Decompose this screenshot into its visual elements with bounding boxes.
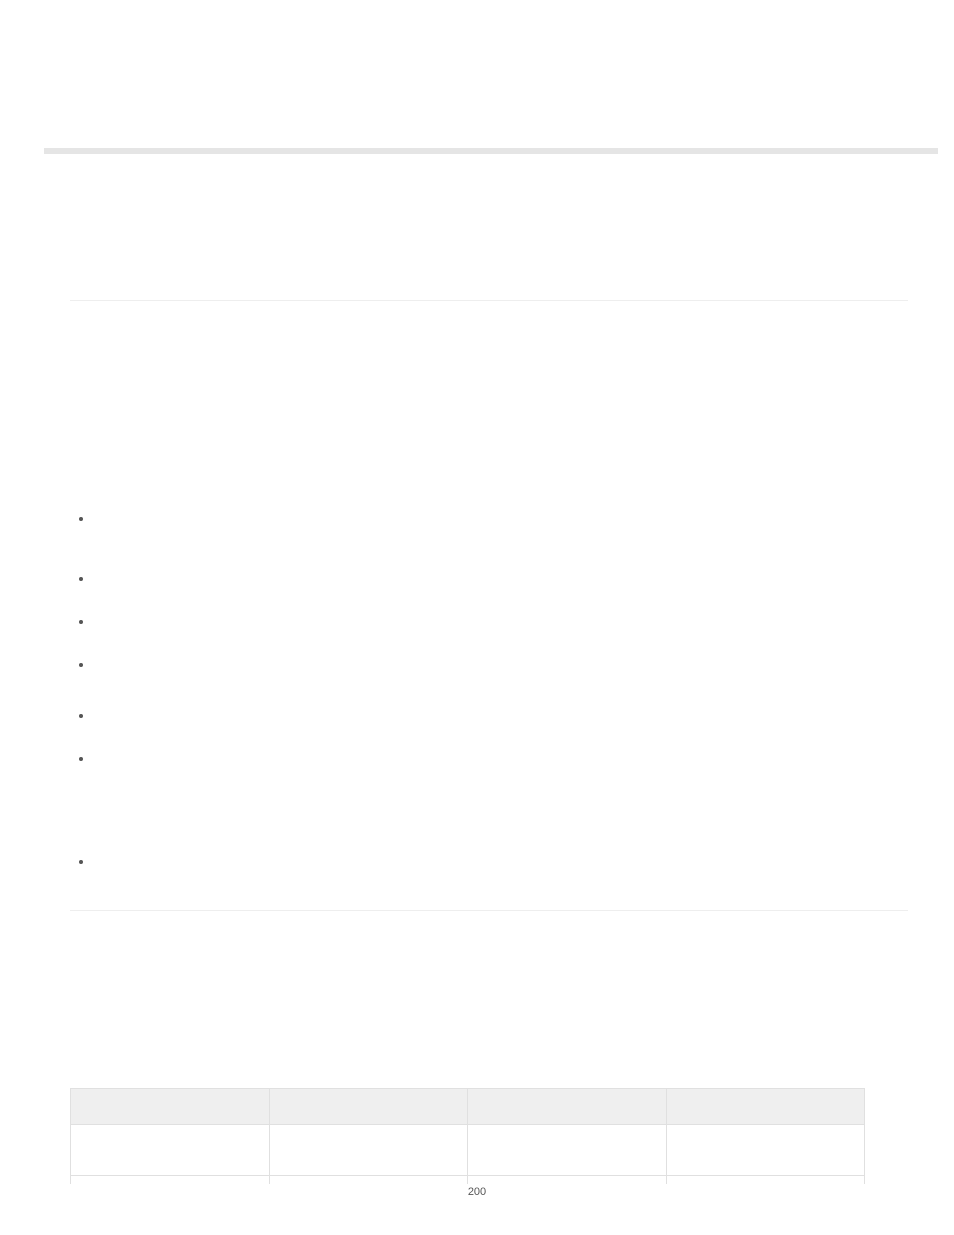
- table-cell: [71, 1176, 270, 1185]
- section-divider: [70, 300, 908, 301]
- data-table: [70, 1088, 865, 1184]
- table-cell: [269, 1125, 468, 1176]
- table-cell: [666, 1176, 865, 1185]
- section-divider: [70, 910, 908, 911]
- table-header-cell: [468, 1089, 667, 1125]
- table-cell: [468, 1176, 667, 1185]
- bullet-icon: [79, 620, 83, 624]
- bullet-icon: [79, 577, 83, 581]
- table-header-cell: [666, 1089, 865, 1125]
- bullet-icon: [79, 860, 83, 864]
- table-row-partial: [71, 1176, 865, 1185]
- bullet-icon: [79, 663, 83, 667]
- table-cell: [468, 1125, 667, 1176]
- table-cell: [666, 1125, 865, 1176]
- bullet-icon: [79, 757, 83, 761]
- table-cell: [269, 1176, 468, 1185]
- table-header-cell: [269, 1089, 468, 1125]
- table-header-cell: [71, 1089, 270, 1125]
- table-cell: [71, 1125, 270, 1176]
- table-row: [71, 1125, 865, 1176]
- top-band: [44, 148, 938, 154]
- page-number: 200: [0, 1186, 954, 1198]
- bullet-icon: [79, 714, 83, 718]
- bullet-icon: [79, 517, 83, 521]
- table-header-row: [71, 1089, 865, 1125]
